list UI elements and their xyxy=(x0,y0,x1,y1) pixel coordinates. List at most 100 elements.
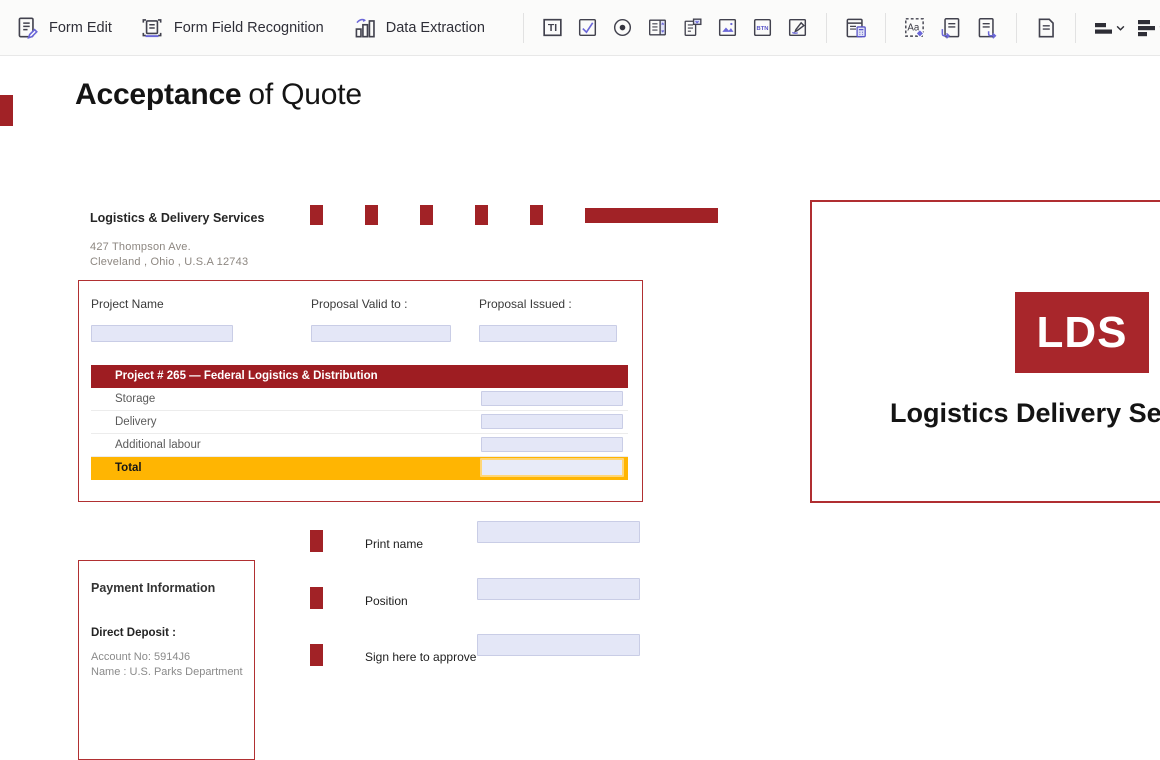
account-number-text: Account No: 5914J6 xyxy=(91,651,190,663)
form-field-recognition-icon xyxy=(139,15,165,41)
svg-text:BTN: BTN xyxy=(756,26,768,32)
lds-logo: LDS xyxy=(1015,292,1149,373)
page-title: Acceptanceof Quote xyxy=(75,78,362,112)
title-accent-strip xyxy=(0,95,13,126)
signature-field-tool-icon xyxy=(785,15,810,40)
company-address-line1: 427 Thompson Ave. xyxy=(90,241,191,253)
checkbox-tool-button[interactable] xyxy=(575,14,600,41)
bullet-square xyxy=(310,587,323,609)
toolbar-separator xyxy=(523,13,524,43)
radio-button-tool-button[interactable] xyxy=(610,14,635,41)
cost-table-header: Project # 265 — Federal Logistics & Dist… xyxy=(91,365,628,388)
storage-label: Storage xyxy=(115,393,155,405)
text-field-icon: TI xyxy=(540,15,565,40)
logo-box: LDS Logistics Delivery Services xyxy=(810,200,1160,503)
image-field-icon xyxy=(715,15,740,40)
form-edit-mode-button[interactable]: Form Edit xyxy=(14,15,112,41)
form-document-tool-button[interactable] xyxy=(1033,14,1059,41)
total-amount-field[interactable] xyxy=(480,458,624,477)
quote-form-box: Project Name Proposal Valid to : Proposa… xyxy=(78,280,643,502)
form-edit-label: Form Edit xyxy=(49,20,112,36)
checkbox-icon xyxy=(575,15,600,40)
page-title-rest: of Quote xyxy=(248,78,361,111)
toolbar-separator xyxy=(885,13,886,43)
company-name: Logistics & Delivery Services xyxy=(90,211,264,225)
data-extraction-label: Data Extraction xyxy=(386,20,485,36)
toolbar-separator xyxy=(826,13,827,43)
sign-here-label: Sign here to approve xyxy=(365,650,476,664)
position-label: Position xyxy=(365,594,408,608)
delivery-label: Delivery xyxy=(115,416,157,428)
recognize-text-icon: Aa xyxy=(902,15,928,41)
toolbar-separator xyxy=(1075,13,1076,43)
decor-square xyxy=(420,205,433,225)
svg-text:TI: TI xyxy=(548,23,557,34)
table-row: Delivery xyxy=(91,411,628,434)
align-tool-button[interactable] xyxy=(1092,14,1125,41)
calculation-order-icon xyxy=(843,15,869,41)
additional-labour-amount-field[interactable] xyxy=(481,437,623,452)
calculation-order-tool-button[interactable] xyxy=(843,14,869,41)
bullet-square xyxy=(310,644,323,666)
total-row: Total xyxy=(91,457,628,480)
decor-bar xyxy=(585,208,718,223)
recognize-text-tool-button[interactable]: Aa xyxy=(902,14,928,41)
print-name-field[interactable] xyxy=(477,521,640,543)
payment-information-title: Payment Information xyxy=(91,581,215,595)
toolbar-separator xyxy=(1016,13,1017,43)
import-form-data-icon xyxy=(938,15,964,41)
page-title-bold: Acceptance xyxy=(75,78,241,111)
additional-labour-label: Additional labour xyxy=(115,439,201,451)
cost-table: Project # 265 — Federal Logistics & Dist… xyxy=(91,365,628,480)
data-extraction-icon xyxy=(351,15,377,41)
form-field-recognition-mode-button[interactable]: Form Field Recognition xyxy=(139,15,324,41)
table-row: Additional labour xyxy=(91,434,628,457)
form-field-recognition-label: Form Field Recognition xyxy=(174,20,324,36)
proposal-valid-field[interactable] xyxy=(311,325,451,342)
align-icon xyxy=(1092,16,1116,40)
distribute-icon xyxy=(1135,16,1159,40)
image-field-tool-button[interactable] xyxy=(715,14,740,41)
toolbar: Form Edit Form Field Recognition Data Ex… xyxy=(0,0,1160,56)
button-field-icon: BTN xyxy=(750,15,775,40)
table-row: Storage xyxy=(91,388,628,411)
form-edit-icon xyxy=(14,15,40,41)
account-name-text: Name : U.S. Parks Department xyxy=(91,666,243,678)
decor-square xyxy=(530,205,543,225)
direct-deposit-label: Direct Deposit : xyxy=(91,627,176,639)
proposal-valid-label: Proposal Valid to : xyxy=(311,297,408,311)
combo-box-tool-button[interactable] xyxy=(680,14,705,41)
combo-box-icon xyxy=(680,15,705,40)
total-label: Total xyxy=(115,462,142,474)
export-form-data-tool-button[interactable] xyxy=(974,14,1000,41)
decor-square xyxy=(365,205,378,225)
bullet-square xyxy=(310,530,323,552)
storage-amount-field[interactable] xyxy=(481,391,623,406)
list-box-tool-button[interactable] xyxy=(645,14,670,41)
import-form-data-tool-button[interactable] xyxy=(938,14,964,41)
chevron-down-icon xyxy=(1116,23,1125,32)
document-canvas: Acceptanceof Quote Logistics & Delivery … xyxy=(0,56,1160,680)
distribute-tool-button[interactable] xyxy=(1135,14,1160,41)
export-form-data-icon xyxy=(974,15,1000,41)
project-name-field[interactable] xyxy=(91,325,233,342)
form-document-icon xyxy=(1033,15,1059,41)
print-name-label: Print name xyxy=(365,537,423,551)
payment-information-box: Payment Information Direct Deposit : Acc… xyxy=(78,560,255,760)
delivery-amount-field[interactable] xyxy=(481,414,623,429)
button-field-tool-button[interactable]: BTN xyxy=(750,14,775,41)
project-name-label: Project Name xyxy=(91,297,164,311)
text-field-tool-button[interactable]: TI xyxy=(540,14,565,41)
company-address-line2: Cleveland , Ohio , U.S.A 12743 xyxy=(90,256,248,268)
decor-square xyxy=(310,205,323,225)
position-field[interactable] xyxy=(477,578,640,600)
list-box-icon xyxy=(645,15,670,40)
radio-button-icon xyxy=(610,15,635,40)
logo-caption: Logistics Delivery Services xyxy=(890,398,1160,429)
signature-field[interactable] xyxy=(477,634,640,656)
proposal-issued-label: Proposal Issued : xyxy=(479,297,572,311)
signature-field-tool-button[interactable] xyxy=(785,14,810,41)
data-extraction-mode-button[interactable]: Data Extraction xyxy=(351,15,485,41)
proposal-issued-field[interactable] xyxy=(479,325,617,342)
decor-square xyxy=(475,205,488,225)
